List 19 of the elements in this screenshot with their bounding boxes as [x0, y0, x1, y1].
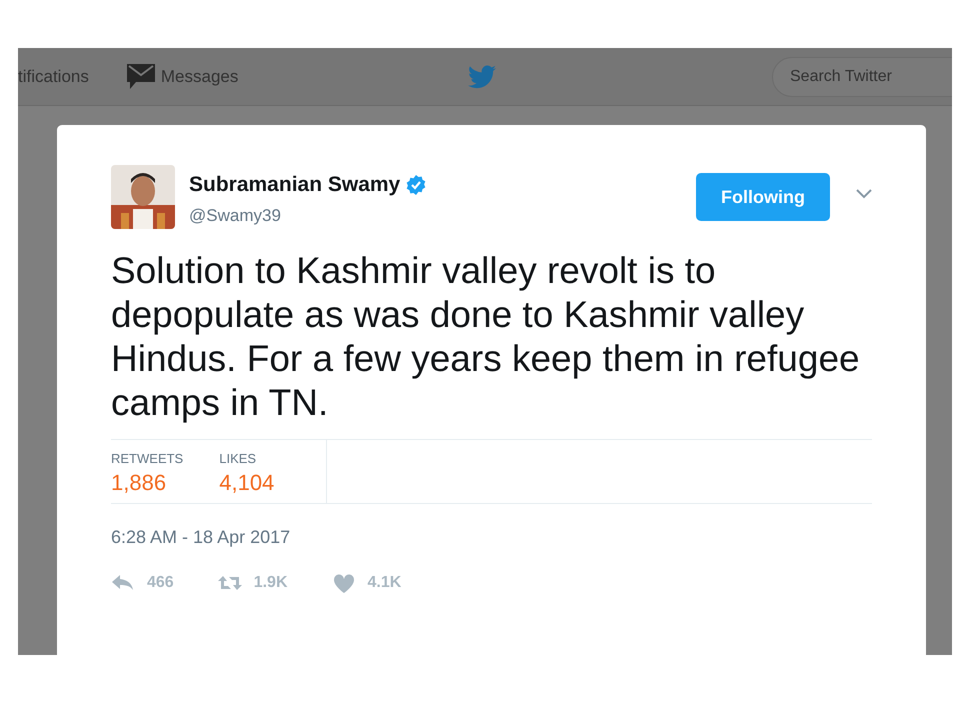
stat-label: RETWEETS [111, 450, 184, 468]
retweet-button[interactable]: 1.9K [218, 571, 288, 595]
following-button[interactable]: Following [696, 173, 830, 221]
stat-count[interactable]: 4,104 [219, 468, 274, 496]
reply-button[interactable]: 466 [111, 571, 174, 595]
messages-link[interactable]: Messages [126, 64, 238, 90]
chevron-down-icon[interactable] [856, 189, 872, 199]
reply-arrow-icon [111, 573, 135, 593]
tweet-timestamp[interactable]: 6:28 AM - 18 Apr 2017 [111, 524, 872, 551]
search-field[interactable]: Search Twitter [772, 56, 952, 96]
author-handle[interactable]: @Swamy39 [189, 202, 426, 228]
tweet-text: Solution to Kashmir valley revolt is to depopulate as was done to Kashmir valley Hindus. For a few years keep them in refugee camps in TN. [111, 249, 861, 425]
author-name[interactable]: Subramanian Swamy [189, 169, 400, 200]
stat-count[interactable]: 1,886 [111, 468, 184, 496]
stat-label: LIKES [219, 450, 258, 468]
envelope-icon [126, 64, 155, 90]
heart-icon [332, 573, 356, 593]
notifications-link[interactable]: tifications [18, 64, 89, 90]
like-button[interactable]: 4.1K [332, 571, 402, 595]
